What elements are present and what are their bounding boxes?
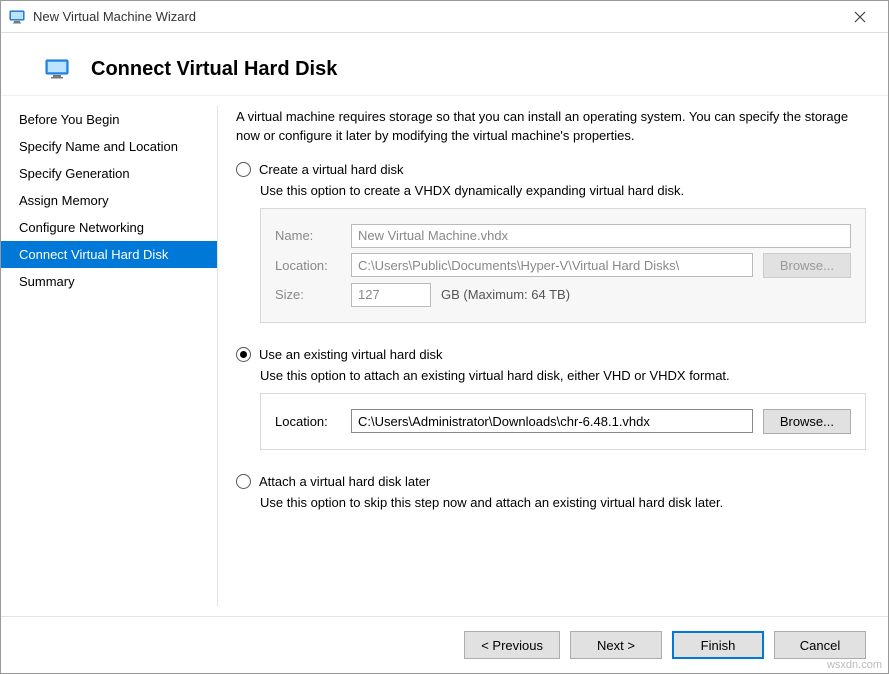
option-later: Attach a virtual hard disk later Use thi…: [236, 474, 866, 510]
window-title: New Virtual Machine Wizard: [33, 9, 196, 24]
titlebar: New Virtual Machine Wizard: [1, 1, 888, 33]
close-button[interactable]: [840, 1, 880, 33]
option-existing-desc: Use this option to attach an existing vi…: [260, 368, 866, 383]
page-title: Connect Virtual Hard Disk: [91, 58, 337, 81]
option-create-label: Create a virtual hard disk: [259, 162, 404, 177]
option-create-desc: Use this option to create a VHDX dynamic…: [260, 183, 866, 198]
footer: < Previous Next > Finish Cancel: [1, 616, 888, 673]
option-later-label: Attach a virtual hard disk later: [259, 474, 430, 489]
wizard-window: New Virtual Machine Wizard Connect Virtu…: [0, 0, 889, 674]
option-existing-label: Use an existing virtual hard disk: [259, 347, 443, 362]
create-size-field: 127: [351, 283, 431, 307]
sidebar: Before You Begin Specify Name and Locati…: [1, 96, 217, 616]
wizard-body: Before You Begin Specify Name and Locati…: [1, 95, 888, 616]
app-icon: [9, 9, 25, 25]
option-existing: Use an existing virtual hard disk Use th…: [236, 347, 866, 450]
sidebar-step-configure-networking[interactable]: Configure Networking: [1, 214, 217, 241]
sidebar-step-specify-name[interactable]: Specify Name and Location: [1, 133, 217, 160]
sidebar-step-summary[interactable]: Summary: [1, 268, 217, 295]
existing-location-field[interactable]: C:\Users\Administrator\Downloads\chr-6.4…: [351, 409, 753, 433]
panel-create: Name: New Virtual Machine.vhdx Location:…: [260, 208, 866, 323]
radio-existing[interactable]: [236, 347, 251, 362]
radio-later[interactable]: [236, 474, 251, 489]
content-pane: A virtual machine requires storage so th…: [218, 96, 888, 616]
cancel-button[interactable]: Cancel: [774, 631, 866, 659]
create-location-label: Location:: [275, 258, 341, 273]
wizard-header: Connect Virtual Hard Disk: [1, 33, 888, 95]
watermark: wsxdn.com: [827, 659, 882, 671]
create-size-hint: GB (Maximum: 64 TB): [441, 287, 570, 302]
create-name-field: New Virtual Machine.vhdx: [351, 224, 851, 248]
sidebar-step-connect-vhd[interactable]: Connect Virtual Hard Disk: [1, 241, 217, 268]
radio-create[interactable]: [236, 162, 251, 177]
intro-text: A virtual machine requires storage so th…: [236, 108, 866, 146]
finish-button[interactable]: Finish: [672, 631, 764, 659]
option-later-desc: Use this option to skip this step now an…: [260, 495, 866, 510]
existing-location-label: Location:: [275, 414, 341, 429]
sidebar-step-specify-generation[interactable]: Specify Generation: [1, 160, 217, 187]
create-size-label: Size:: [275, 287, 341, 302]
create-browse-button: Browse...: [763, 253, 851, 278]
next-button[interactable]: Next >: [570, 631, 662, 659]
create-location-field: C:\Users\Public\Documents\Hyper-V\Virtua…: [351, 253, 753, 277]
sidebar-step-assign-memory[interactable]: Assign Memory: [1, 187, 217, 214]
existing-browse-button[interactable]: Browse...: [763, 409, 851, 434]
previous-button[interactable]: < Previous: [464, 631, 560, 659]
header-icon: [45, 57, 69, 81]
create-name-label: Name:: [275, 228, 341, 243]
option-create: Create a virtual hard disk Use this opti…: [236, 162, 866, 323]
panel-existing: Location: C:\Users\Administrator\Downloa…: [260, 393, 866, 450]
sidebar-step-before-you-begin[interactable]: Before You Begin: [1, 106, 217, 133]
